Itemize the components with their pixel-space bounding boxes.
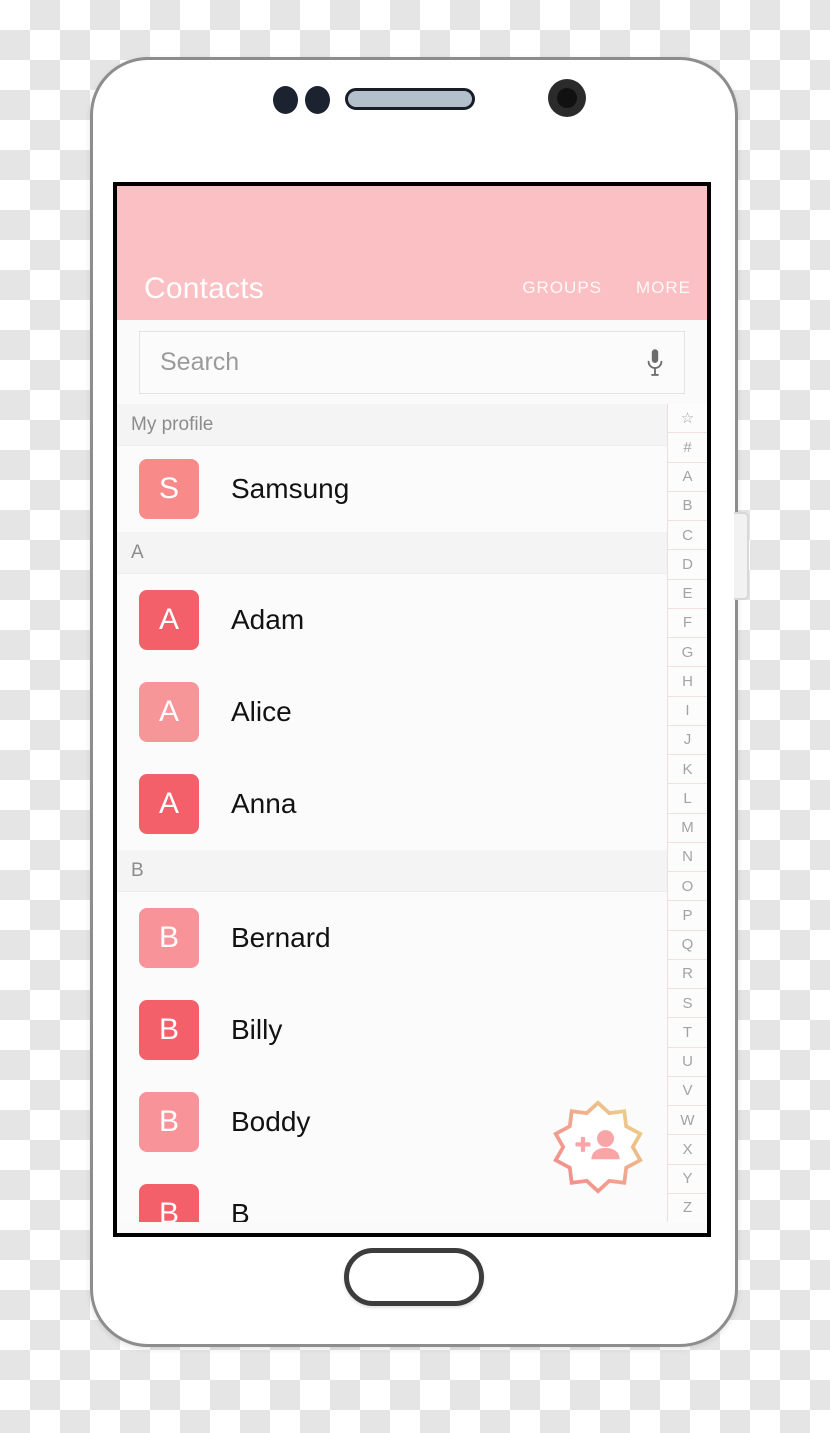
alpha-index-item[interactable]: Y	[668, 1165, 707, 1194]
alpha-index-item[interactable]: F	[668, 609, 707, 638]
app-bar: Contacts GROUPS MORE	[117, 186, 707, 320]
contact-name: Bernard	[231, 922, 331, 953]
groups-tab[interactable]: GROUPS	[522, 278, 602, 298]
app-bar-actions: GROUPS MORE	[522, 278, 691, 298]
section-header: B	[117, 850, 675, 892]
contact-name: Billy	[231, 1014, 283, 1045]
contact-row[interactable]: B Billy	[117, 984, 675, 1076]
alpha-index-item[interactable]: #	[668, 433, 707, 463]
avatar: B	[139, 1184, 199, 1222]
contact-row[interactable]: S Samsung	[117, 446, 675, 532]
alpha-index-item[interactable]: O	[668, 872, 707, 902]
phone-top-hardware	[93, 60, 735, 180]
search-box[interactable]	[139, 331, 685, 394]
search-input[interactable]	[160, 348, 644, 377]
proximity-sensor-icon	[273, 86, 298, 114]
alpha-index-item[interactable]: W	[668, 1106, 707, 1136]
contact-row[interactable]: B Bernard	[117, 892, 675, 984]
contact-name: Adam	[231, 604, 305, 635]
contact-row[interactable]: A Adam	[117, 574, 675, 666]
light-sensor-icon	[305, 86, 330, 114]
alpha-index-item[interactable]: X	[668, 1135, 707, 1165]
alpha-index-item[interactable]: S	[668, 989, 707, 1019]
avatar: A	[139, 682, 199, 742]
alpha-index-item[interactable]: L	[668, 784, 707, 814]
microphone-icon[interactable]	[644, 347, 666, 379]
avatar: B	[139, 1000, 199, 1060]
phone-screen: Contacts GROUPS MORE Search My profile S…	[113, 182, 711, 1237]
alpha-index-item[interactable]: K	[668, 755, 707, 785]
alpha-index-item[interactable]: ☆	[668, 404, 707, 434]
alpha-index-item[interactable]: N	[668, 843, 707, 872]
more-tab[interactable]: MORE	[636, 278, 691, 298]
home-button[interactable]	[344, 1248, 484, 1306]
contact-name: Anna	[231, 788, 297, 819]
alpha-index-item[interactable]: I	[668, 697, 707, 726]
alpha-index-item[interactable]: M	[668, 814, 707, 843]
alpha-index-item[interactable]: V	[668, 1077, 707, 1106]
phone-device: Contacts GROUPS MORE Search My profile S…	[90, 57, 749, 1347]
alpha-index-item[interactable]: Z	[668, 1194, 707, 1222]
alpha-index-item[interactable]: C	[668, 521, 707, 551]
contacts-region: My profile S Samsung A A Adam A Alice A Anna B B Ber…	[117, 404, 707, 1222]
contact-row[interactable]: A Alice	[117, 666, 675, 758]
add-contact-fab[interactable]	[551, 1100, 645, 1194]
contact-name: Alice	[231, 696, 292, 727]
alpha-index-item[interactable]: R	[668, 960, 707, 989]
search-bar-container	[117, 320, 707, 404]
avatar: A	[139, 774, 199, 834]
alpha-index-item[interactable]: T	[668, 1018, 707, 1048]
alpha-index-item[interactable]: P	[668, 901, 707, 931]
alpha-index-item[interactable]: G	[668, 638, 707, 668]
alphabet-scroll-index[interactable]: ☆ # A B C D E F G H I J K L M N O P Q R S T U V W X Y Z	[667, 404, 707, 1222]
contact-name: B	[231, 1198, 250, 1222]
alpha-index-item[interactable]: B	[668, 492, 707, 521]
avatar: A	[139, 590, 199, 650]
contact-row[interactable]: A Anna	[117, 758, 675, 850]
alpha-index-item[interactable]: H	[668, 667, 707, 697]
alpha-index-item[interactable]: J	[668, 726, 707, 755]
alpha-index-item[interactable]: Q	[668, 931, 707, 960]
alpha-index-item[interactable]: A	[668, 463, 707, 492]
alpha-index-item[interactable]: D	[668, 550, 707, 580]
section-header: A	[117, 532, 675, 574]
alpha-index-item[interactable]: U	[668, 1048, 707, 1077]
front-camera-icon	[548, 79, 586, 117]
section-header: My profile	[117, 404, 675, 446]
contact-name: Samsung	[231, 473, 350, 504]
power-button[interactable]	[734, 512, 749, 600]
alpha-index-item[interactable]: E	[668, 580, 707, 609]
speaker-grille-icon	[345, 88, 475, 110]
avatar: S	[139, 459, 199, 519]
contact-name: Boddy	[231, 1106, 311, 1137]
page-title: Contacts	[144, 272, 264, 305]
avatar: B	[139, 1092, 199, 1152]
avatar: B	[139, 908, 199, 968]
